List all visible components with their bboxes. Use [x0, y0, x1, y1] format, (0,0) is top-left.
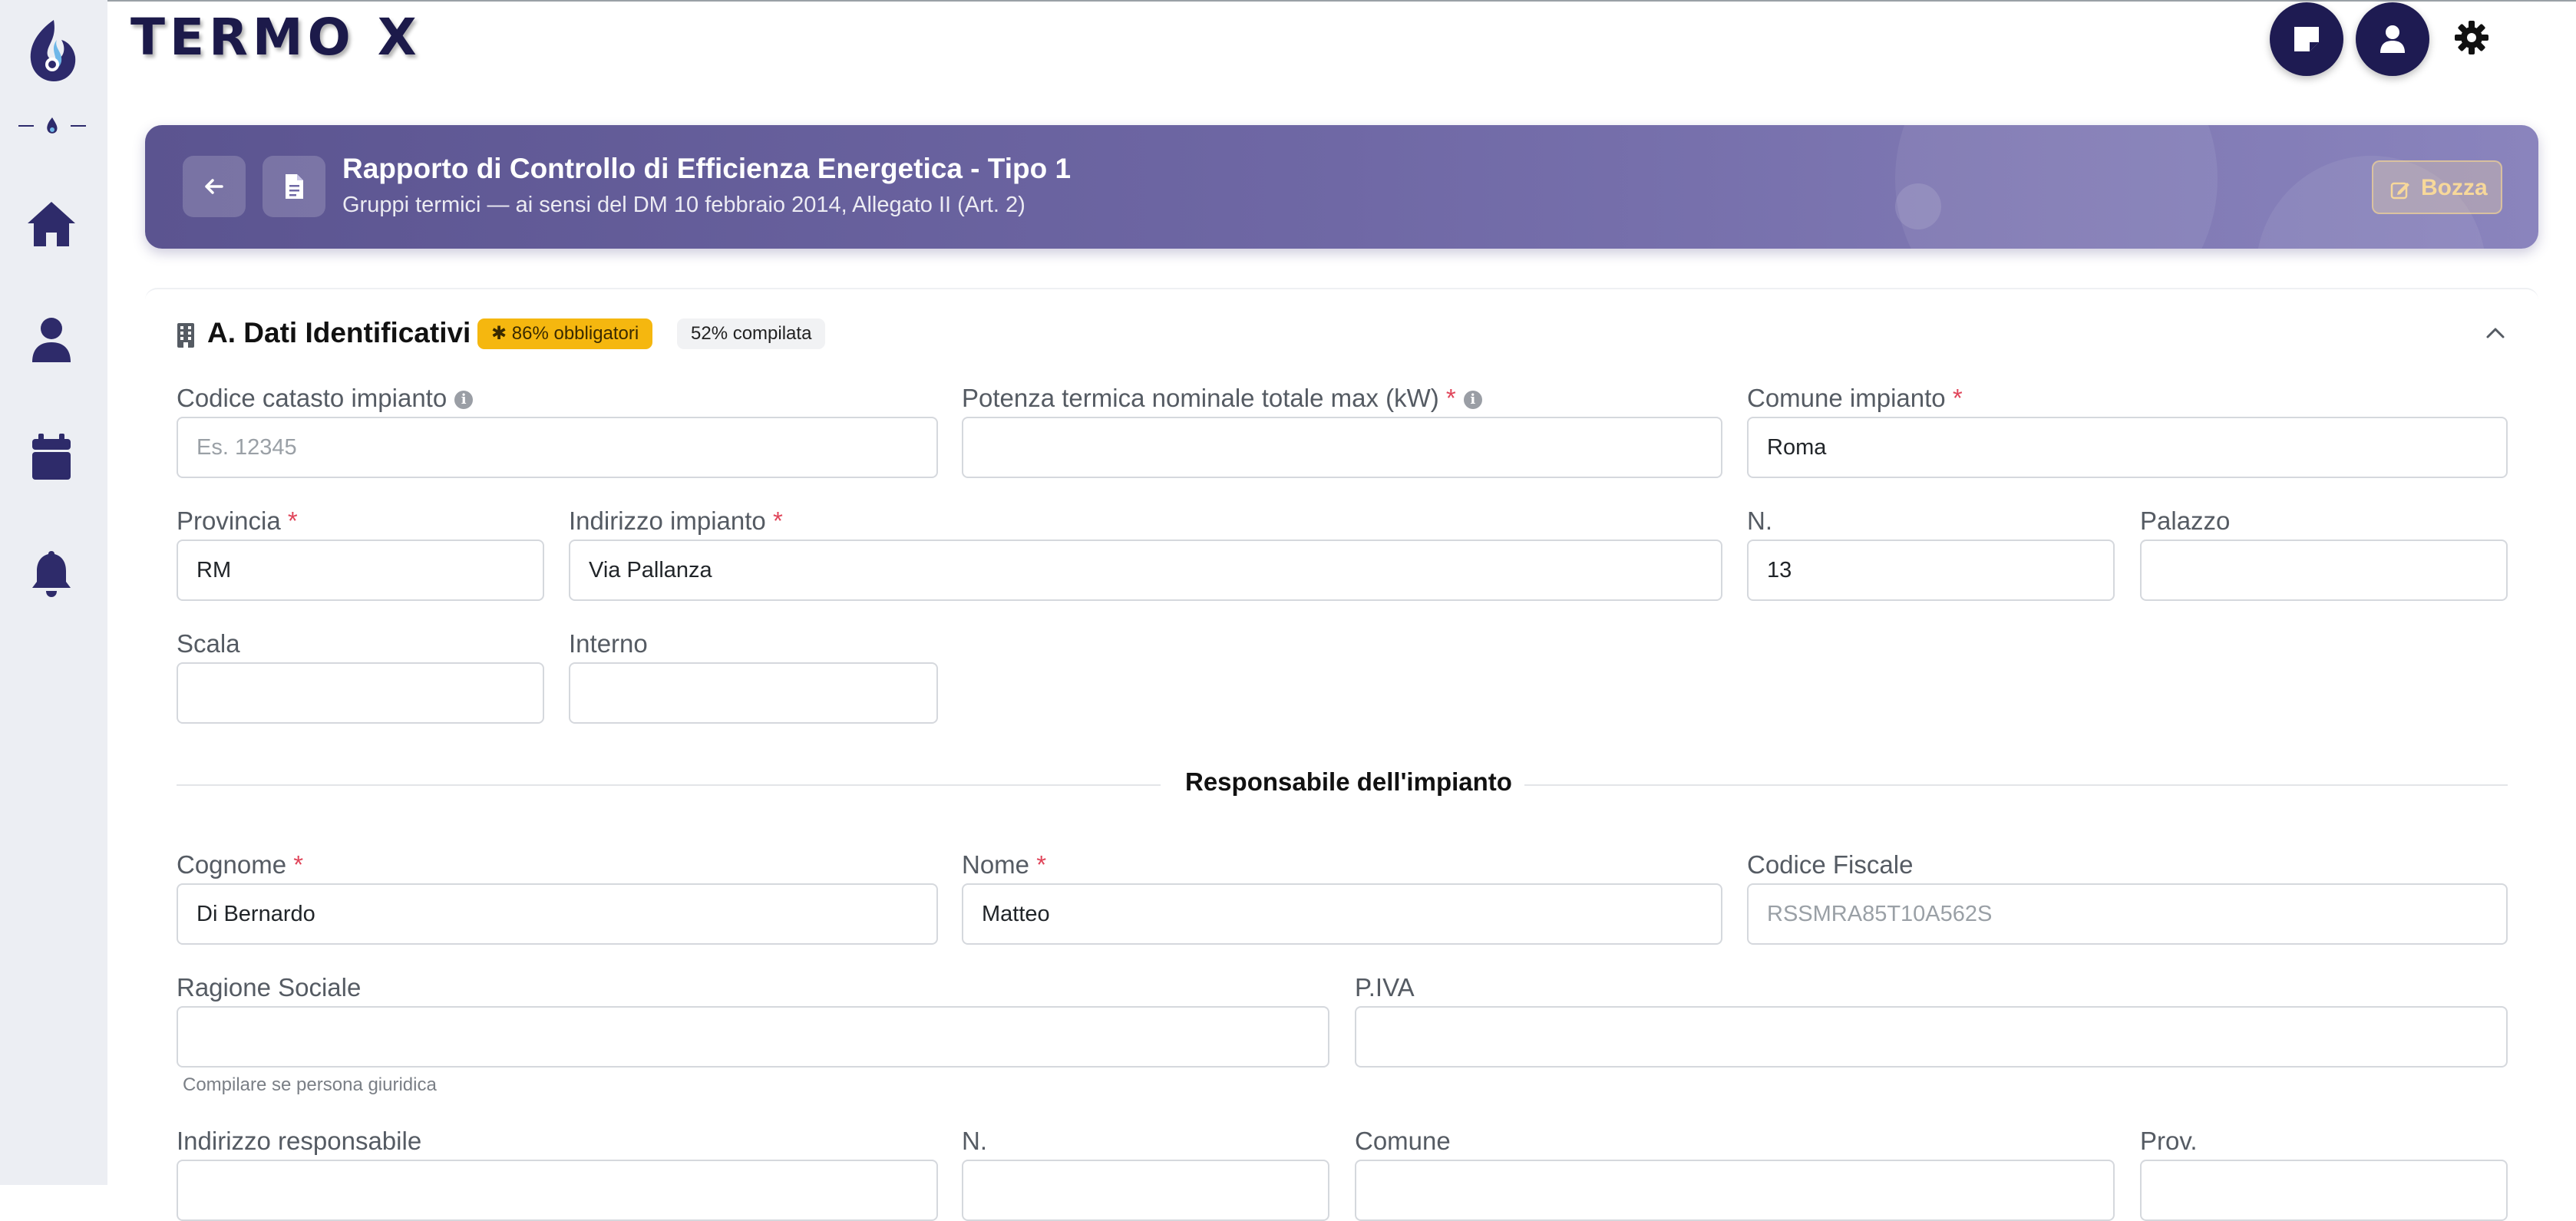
scala-input[interactable]	[177, 662, 544, 724]
user-icon	[2380, 25, 2405, 53]
mini-flame-icon	[18, 117, 86, 134]
provincia-input[interactable]	[177, 540, 544, 601]
numero-responsabile-input[interactable]	[962, 1160, 1329, 1221]
gear-icon[interactable]	[2453, 19, 2490, 56]
edit-icon	[2390, 182, 2409, 200]
info-icon[interactable]: i	[454, 391, 474, 410]
potenza-input[interactable]	[962, 417, 1722, 478]
numero-civico-label: N.	[1747, 507, 1772, 535]
status-label: Bozza	[2421, 175, 2488, 200]
sticky-note-icon	[2294, 27, 2319, 51]
comune-responsabile-label: Comune	[1355, 1127, 1451, 1155]
required-marker: *	[293, 850, 304, 879]
palazzo-input[interactable]	[2140, 540, 2508, 601]
piva-label: P.IVA	[1355, 973, 1415, 1002]
prov-responsabile-input[interactable]	[2140, 1160, 2508, 1221]
piva-input[interactable]	[1355, 1006, 2508, 1068]
document-button[interactable]	[263, 156, 325, 217]
divider-left	[177, 784, 1161, 786]
codice-catasto-label: Codice catasto impianto i	[177, 384, 474, 413]
indirizzo-impianto-input[interactable]	[569, 540, 1722, 601]
nome-label: Nome *	[962, 850, 1047, 879]
home-icon[interactable]	[26, 199, 77, 249]
required-marker: *	[1445, 384, 1456, 412]
top-border	[0, 0, 2576, 2]
palazzo-label: Palazzo	[2140, 507, 2231, 535]
arrow-left-icon	[205, 179, 223, 194]
building-icon	[177, 323, 194, 348]
calendar-icon[interactable]	[26, 432, 77, 483]
chevron-up-icon[interactable]	[2484, 324, 2507, 342]
sidebar	[0, 0, 107, 1185]
nome-input[interactable]	[962, 883, 1722, 945]
cognome-label: Cognome *	[177, 850, 304, 879]
potenza-label: Potenza termica nominale totale max (kW)…	[962, 384, 1482, 413]
app-brand: TERMO X	[130, 8, 421, 67]
bell-icon[interactable]	[26, 548, 77, 599]
profile-button[interactable]	[2356, 2, 2429, 76]
ragione-sociale-hint: Compilare se persona giuridica	[183, 1074, 437, 1095]
info-icon[interactable]: i	[1463, 391, 1482, 410]
required-progress-badge: ✱ 86% obbligatori	[477, 318, 653, 349]
prov-responsabile-label: Prov.	[2140, 1127, 2198, 1155]
indirizzo-responsabile-input[interactable]	[177, 1160, 938, 1221]
scala-label: Scala	[177, 629, 240, 658]
section-title: A. Dati Identificativi	[207, 317, 471, 348]
flame-logo-icon[interactable]	[23, 17, 81, 83]
completion-badge: 52% compilata	[677, 318, 826, 349]
required-marker: *	[287, 507, 298, 535]
responsabile-heading: Responsabile dell'impianto	[1185, 767, 1512, 796]
notes-button[interactable]	[2270, 2, 2343, 76]
codice-fiscale-input[interactable]	[1747, 883, 2508, 945]
status-badge-bozza[interactable]: Bozza	[2372, 160, 2502, 214]
required-marker: *	[1036, 850, 1047, 879]
user-icon[interactable]	[26, 315, 77, 365]
indirizzo-responsabile-label: Indirizzo responsabile	[177, 1127, 422, 1155]
required-marker: *	[772, 507, 783, 535]
report-header-banner: Rapporto di Controllo di Efficienza Ener…	[145, 125, 2538, 249]
comune-responsabile-input[interactable]	[1355, 1160, 2115, 1221]
file-text-icon	[286, 174, 303, 199]
comune-impianto-label: Comune impianto *	[1747, 384, 1963, 412]
back-button[interactable]	[183, 156, 246, 217]
numero-responsabile-label: N.	[962, 1127, 987, 1155]
comune-impianto-input[interactable]	[1747, 417, 2508, 478]
indirizzo-impianto-label: Indirizzo impianto *	[569, 507, 783, 535]
codice-catasto-input[interactable]	[177, 417, 938, 478]
numero-civico-input[interactable]	[1747, 540, 2115, 601]
interno-input[interactable]	[569, 662, 938, 724]
divider-right	[1524, 784, 2508, 786]
provincia-label: Provincia *	[177, 507, 298, 535]
ragione-sociale-input[interactable]	[177, 1006, 1329, 1068]
report-subtitle: Gruppi termici — ai sensi del DM 10 febb…	[342, 193, 1025, 217]
required-marker: *	[1952, 384, 1963, 412]
ragione-sociale-label: Ragione Sociale	[177, 973, 362, 1002]
interno-label: Interno	[569, 629, 648, 658]
cognome-input[interactable]	[177, 883, 938, 945]
codice-fiscale-label: Codice Fiscale	[1747, 850, 1914, 879]
report-title: Rapporto di Controllo di Efficienza Ener…	[342, 153, 1072, 184]
